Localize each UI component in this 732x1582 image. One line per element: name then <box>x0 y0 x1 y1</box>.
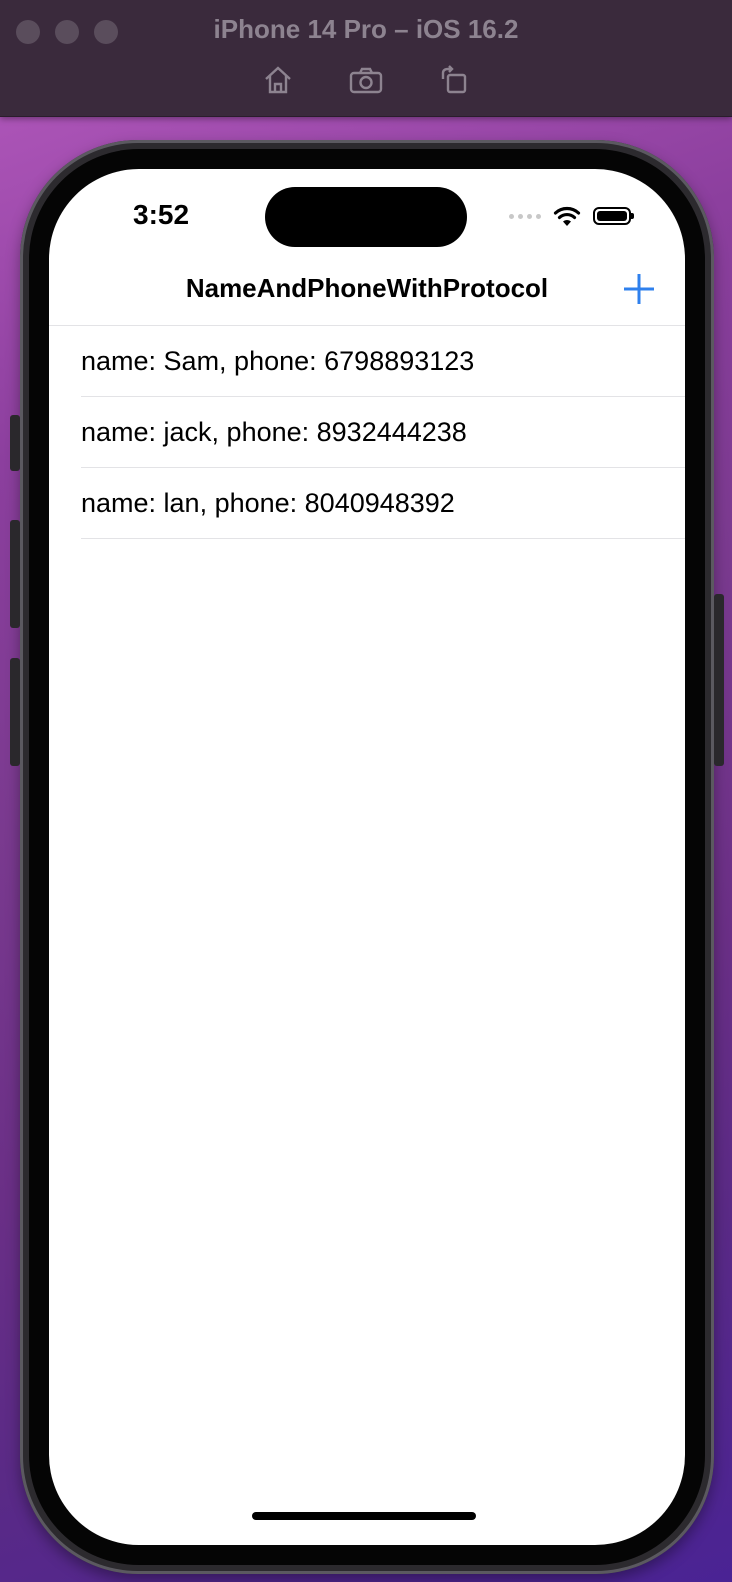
power-button <box>714 594 724 766</box>
rotate-icon <box>441 65 467 94</box>
home-indicator[interactable] <box>252 1512 476 1520</box>
screenshot-button[interactable] <box>348 64 384 96</box>
mute-switch <box>10 415 20 471</box>
dynamic-island <box>265 187 467 247</box>
home-button[interactable] <box>260 64 296 96</box>
home-icon <box>265 66 291 94</box>
cellular-signal-icon <box>509 213 541 219</box>
rotate-button[interactable] <box>436 64 472 96</box>
volume-up-button <box>10 520 20 628</box>
plus-icon <box>624 274 654 304</box>
simulator-title: iPhone 14 Pro – iOS 16.2 <box>213 14 519 44</box>
list-item[interactable]: name: jack, phone: 8932444238 <box>81 397 685 468</box>
page-title: NameAndPhoneWithProtocol <box>185 273 549 303</box>
navigation-bar: NameAndPhoneWithProtocol <box>49 259 685 326</box>
wifi-icon <box>553 206 581 226</box>
screenshot-icon <box>349 67 383 94</box>
status-indicators <box>509 205 634 227</box>
add-contact-button[interactable] <box>621 271 657 307</box>
volume-down-button <box>10 658 20 766</box>
status-time: 3:52 <box>133 199 190 230</box>
list-item[interactable]: name: Sam, phone: 6798893123 <box>81 326 685 397</box>
contact-list: name: Sam, phone: 6798893123 name: jack,… <box>81 326 685 539</box>
simulator-toolbar: iPhone 14 Pro – iOS 16.2 <box>0 0 732 117</box>
battery-icon <box>593 207 634 225</box>
phone-screen: 3:52 NameAndPhoneWithProtocol name: Sam,… <box>49 169 685 1545</box>
simulator-tools <box>0 64 732 96</box>
list-item[interactable]: name: lan, phone: 8040948392 <box>81 468 685 539</box>
